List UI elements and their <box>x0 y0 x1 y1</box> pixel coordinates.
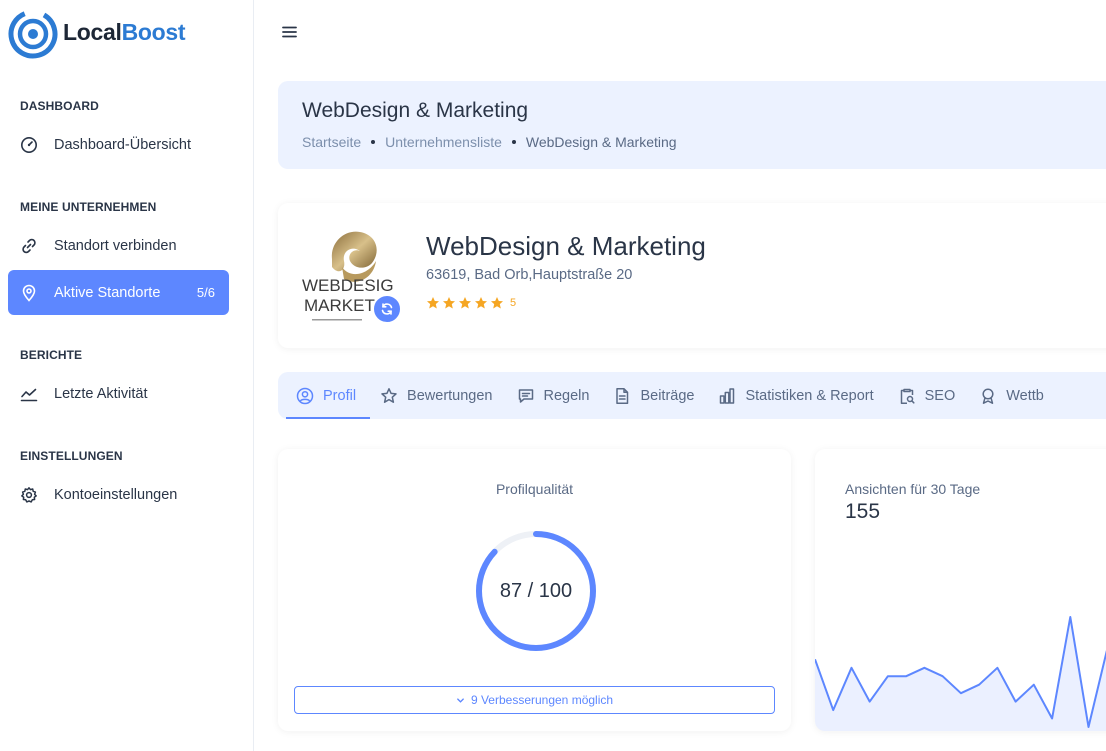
tab-reviews[interactable]: Bewertungen <box>370 372 506 419</box>
sidebar-item-connect-location[interactable]: Standort verbinden <box>8 223 229 268</box>
business-tabs: Profil Bewertungen Regeln Beiträge Stati… <box>278 372 1106 419</box>
star-icon <box>427 297 439 309</box>
logo-text-line1: WEBDESIG <box>302 276 394 295</box>
breadcrumb-link-home[interactable]: Startseite <box>302 134 361 150</box>
tab-competitors[interactable]: Wettb <box>969 372 1058 419</box>
profile-quality-score: 87 / 100 <box>499 579 573 602</box>
sidebar-item-label: Standort verbinden <box>54 237 177 254</box>
sidebar-item-account-settings[interactable]: Kontoeinstellungen <box>8 472 229 517</box>
tab-label: Regeln <box>543 387 590 404</box>
user-circle-icon <box>296 387 314 405</box>
nav-caption-reports: BERICHTE <box>20 348 83 362</box>
trend-line-icon <box>20 385 38 403</box>
breadcrumb-link-business-list[interactable]: Unternehmensliste <box>385 134 502 150</box>
refresh-icon <box>381 303 393 315</box>
brand-name-part2: Boost <box>121 18 186 45</box>
star-icon <box>443 297 455 309</box>
award-icon <box>979 387 997 405</box>
breadcrumb-current: WebDesign & Marketing <box>525 134 677 150</box>
business-address: 63619, Bad Orb,Hauptstraße 20 <box>426 267 633 283</box>
sidebar: LocalBoost DASHBOARD Dashboard-Übersicht… <box>0 0 254 751</box>
tab-label: Wettb <box>1006 387 1044 404</box>
breadcrumb-separator <box>511 140 516 144</box>
views-value: 155 <box>845 500 881 523</box>
breadcrumb-separator <box>371 140 376 144</box>
tab-posts[interactable]: Beiträge <box>603 372 708 419</box>
tab-label: Bewertungen <box>407 387 493 404</box>
page-title: WebDesign & Marketing <box>302 99 529 122</box>
improvements-button-label: 9 Verbesserungen möglich <box>470 693 614 707</box>
dashboard-gauge-icon <box>20 136 38 154</box>
gear-icon <box>20 486 38 504</box>
brand-name: LocalBoost <box>63 18 186 46</box>
sidebar-item-label: Dashboard-Übersicht <box>54 136 192 153</box>
breadcrumb: Startseite Unternehmensliste WebDesign &… <box>302 134 1094 150</box>
improvements-button[interactable]: 9 Verbesserungen möglich <box>294 686 775 714</box>
sidebar-item-recent-activity[interactable]: Letzte Aktivität <box>8 371 229 416</box>
nav-caption-settings: EINSTELLUNGEN <box>20 449 123 463</box>
chevron-down-icon <box>456 696 465 705</box>
profile-quality-title: Profilqualität <box>495 481 574 497</box>
views-card: Ansichten für 30 Tage 155 <box>815 449 1106 731</box>
locations-count-badge: 5/6 <box>196 285 215 300</box>
sidebar-item-dashboard-overview[interactable]: Dashboard-Übersicht <box>8 122 229 167</box>
refresh-button[interactable] <box>372 294 402 324</box>
brand-name-part1: Local <box>63 18 122 45</box>
localboost-logo-icon <box>8 9 58 59</box>
tab-profile[interactable]: Profil <box>286 372 371 419</box>
star-icon <box>491 297 503 309</box>
nav-caption-dashboard: DASHBOARD <box>20 99 99 113</box>
tab-label: SEO <box>924 387 956 404</box>
tab-statistics-report[interactable]: Statistiken & Report <box>708 372 887 419</box>
star-outline-icon <box>380 387 398 405</box>
map-pin-icon <box>20 284 38 302</box>
breadcrumb-header: WebDesign & Marketing Startseite Unterne… <box>278 81 1106 169</box>
sidebar-item-active-locations[interactable]: Aktive Standorte 5/6 <box>8 270 229 315</box>
tab-label: Profil <box>323 387 357 404</box>
views-title: Ansichten für 30 Tage <box>845 481 981 497</box>
hamburger-menu-icon[interactable] <box>280 22 300 42</box>
sidebar-item-label: Letzte Aktivität <box>54 385 148 402</box>
logo-text-line2: MARKET <box>304 296 375 315</box>
profile-quality-card: Profilqualität 87 / 100 9 Verbesserungen… <box>278 449 791 731</box>
bar-chart-icon <box>718 387 736 405</box>
star-icon <box>459 297 471 309</box>
sidebar-item-label: Aktive Standorte <box>54 284 161 301</box>
tab-label: Statistiken & Report <box>745 387 874 404</box>
tab-label: Beiträge <box>640 387 695 404</box>
tab-seo[interactable]: SEO <box>888 372 970 419</box>
document-icon <box>613 387 631 405</box>
business-card: WEBDESIG MARKET WebDesign & Marketing 63… <box>278 203 1106 348</box>
rating-value: 5 <box>510 297 517 309</box>
brand-logo[interactable]: LocalBoost <box>8 5 186 59</box>
clipboard-search-icon <box>898 387 916 405</box>
star-icon <box>475 297 487 309</box>
business-name: WebDesign & Marketing <box>426 231 706 261</box>
sidebar-item-label: Kontoeinstellungen <box>54 486 178 503</box>
link-icon <box>20 237 38 255</box>
business-rating: 5 <box>426 296 516 310</box>
views-area-fill <box>815 617 1106 731</box>
nav-caption-businesses: MEINE UNTERNEHMEN <box>20 200 157 214</box>
tab-rules[interactable]: Regeln <box>507 372 604 419</box>
message-square-icon <box>517 387 535 405</box>
views-sparkline-chart <box>815 616 1106 731</box>
